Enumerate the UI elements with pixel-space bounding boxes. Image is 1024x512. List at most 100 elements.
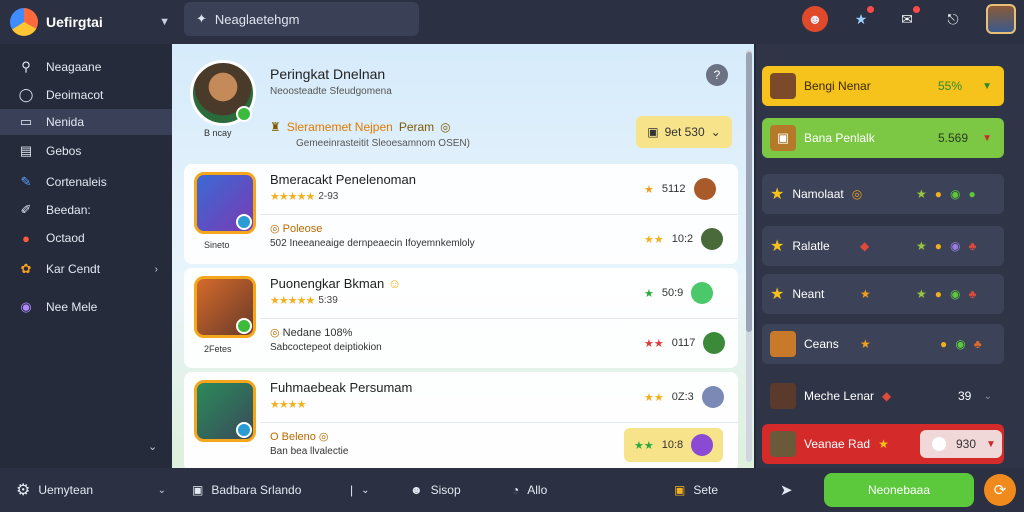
card-description: Sabcoctepeot deiptiokion bbox=[270, 342, 382, 353]
online-badge-icon bbox=[236, 106, 252, 122]
scroll-thumb[interactable] bbox=[746, 52, 752, 332]
sidebar-item-6[interactable]: ✐ Beedan: bbox=[0, 197, 172, 223]
refresh-button[interactable]: ⟳ bbox=[984, 474, 1016, 506]
sidebar-item-8[interactable]: ✿ Kar Cendt › bbox=[0, 256, 172, 282]
primary-action-button[interactable]: Neonebaaa bbox=[824, 473, 974, 507]
left-sidebar: ⚲ Neagaane ◯ Deoimacot ▭ Nenida ▤ Gebos … bbox=[0, 44, 172, 468]
orb-icon bbox=[691, 434, 714, 456]
top-bar: Uefirgtai ▼ ✦ Neaglaetehgm ☻ ★ ✉ ⎋ bbox=[0, 0, 1024, 44]
chevron-right-icon[interactable]: › bbox=[155, 264, 158, 275]
list-item[interactable]: Fuhmaebeak Persumam ★★★★ O Beleno ◎ Ban … bbox=[184, 372, 738, 468]
sidebar-item-4[interactable]: ▤ Gebos bbox=[0, 138, 172, 164]
settings-menu[interactable]: ⚙ Uemytean ⌄ bbox=[16, 468, 166, 512]
sidebar-item-1[interactable]: ⚲ Neagaane bbox=[0, 54, 172, 80]
sidebar-item-5[interactable]: ✎ Cortenaleis bbox=[0, 169, 172, 195]
stars-icon: ★★★★ bbox=[270, 399, 306, 411]
character-icon[interactable] bbox=[701, 228, 724, 250]
hero-line-2: Gemeeinrasteitit Sleoesamnom OSEN) bbox=[296, 138, 470, 149]
ranking-item-6[interactable]: Ceans ★ ● ◉ ♣ bbox=[762, 324, 1004, 364]
sidebar-item-7[interactable]: ● Octaod bbox=[0, 225, 172, 251]
card-tag: ◎ Poleose bbox=[270, 222, 322, 235]
card-stat-1-value: 50:9 bbox=[661, 287, 684, 299]
bottom-item-4[interactable]: ▣ Sete bbox=[674, 468, 718, 512]
chevron-down-icon[interactable]: ▼ bbox=[159, 16, 170, 28]
ranking-item-3[interactable]: ★ Namolaat ◎ ★ ● ◉ ● bbox=[762, 174, 1004, 214]
people-icon: ☻ bbox=[410, 483, 423, 497]
list-item[interactable]: Sineto Bmeracakt Penelenoman ★★★★★ 2-93 … bbox=[184, 164, 738, 264]
ranking-label: Bengi Nenar bbox=[804, 79, 871, 93]
ranking-icons: ★ ● ◉ ● bbox=[916, 187, 976, 201]
bottom-divider-toggle[interactable]: | ⌄ bbox=[350, 468, 370, 512]
notification-icon[interactable]: ✉ bbox=[894, 6, 920, 32]
brush-icon: ✐ bbox=[20, 202, 32, 217]
gem-icon[interactable] bbox=[691, 282, 714, 304]
card-stat-2[interactable]: ★★ 10:8 bbox=[624, 428, 724, 462]
hero-highlight: ♜ Sleramemet Nejpen Peram ◎ bbox=[270, 120, 451, 134]
user-avatar[interactable] bbox=[986, 4, 1016, 34]
ranking-label: Bana Penlalk bbox=[804, 131, 875, 145]
star-icon: ★ bbox=[770, 238, 785, 255]
bottom-item-3[interactable]: ◔ Allo bbox=[512, 468, 547, 512]
ranking-item-1[interactable]: Bengi Nenar 55% ▼ bbox=[762, 66, 1004, 106]
ranking-value: 39 bbox=[958, 389, 972, 403]
card-title: Bmeracakt Penelenoman bbox=[270, 172, 416, 187]
card-tag-label: O Beleno bbox=[270, 431, 316, 443]
card-title: Fuhmaebeak Persumam bbox=[270, 380, 413, 395]
chat-icon: ◔ bbox=[512, 483, 520, 497]
ranking-item-8[interactable]: Veanae Rad ★ 930 ▼ bbox=[762, 424, 1004, 464]
sidebar-item-2[interactable]: ◯ Deoimacot bbox=[0, 82, 172, 108]
app-brand[interactable]: Uefirgtai ▼ bbox=[10, 6, 170, 38]
chevron-down-icon[interactable]: ⌄ bbox=[148, 440, 157, 453]
ranking-item-7[interactable]: Meche Lenar ◆ 39 ⌄ bbox=[762, 376, 1004, 416]
sidebar-item-3[interactable]: ▭ Nenida bbox=[0, 109, 172, 135]
ranking-item-4[interactable]: ★ Ralatle ◆ ★ ● ◉ ♣ bbox=[762, 226, 1004, 266]
divider: | bbox=[350, 483, 354, 497]
ranking-value: 55% bbox=[938, 79, 963, 93]
ranking-value: 930 bbox=[956, 437, 977, 451]
info-icon[interactable]: ? bbox=[706, 64, 728, 86]
card-title: Puonengkar Bkman ☺ bbox=[270, 276, 401, 291]
ranking-label: Ralatle bbox=[792, 239, 830, 253]
card-stat-2: ★★ 10:2 bbox=[644, 228, 724, 250]
bottom-item-1-label: Badbara Srlando bbox=[211, 483, 302, 497]
ranking-label: Neant bbox=[792, 287, 825, 301]
card-rating: ★★★★ bbox=[270, 398, 306, 411]
card-description: 502 Ineeaneaige dernpeaecin Ifoyemnkemlo… bbox=[270, 238, 475, 249]
pin-button[interactable]: ➤ bbox=[780, 468, 793, 512]
hero-value-pill[interactable]: ▣ 9et 530 ⌄ bbox=[636, 116, 732, 148]
character-icon[interactable] bbox=[693, 178, 716, 200]
sidebar-item-9[interactable]: ◉ Nee Mele bbox=[0, 294, 172, 320]
tomato-icon: ● bbox=[22, 230, 30, 246]
check-icon: ● bbox=[968, 187, 976, 201]
sidebar-item-label: Deoimacot bbox=[46, 88, 104, 102]
badge-icon bbox=[236, 422, 252, 438]
ranking-item-5[interactable]: ★ Neant ★ ★ ● ◉ ♣ bbox=[762, 274, 1004, 314]
star-icon: ★ bbox=[770, 286, 785, 303]
ranking-icons: ● ◉ ♣ bbox=[940, 337, 982, 351]
ranking-item-2[interactable]: ▣ Bana Penlalk 5.569 ▼ bbox=[762, 118, 1004, 158]
star-icon: ★ bbox=[860, 287, 871, 301]
bottom-item-2[interactable]: ☻ Sisop bbox=[410, 468, 461, 512]
star-icon[interactable]: ★ bbox=[848, 6, 874, 32]
coin-icon: ● bbox=[940, 337, 948, 351]
hero-name: Peringkat Dnelnan bbox=[270, 66, 386, 82]
player-avatar bbox=[770, 73, 796, 99]
main-scrollbar[interactable] bbox=[746, 50, 752, 462]
badge-icon bbox=[236, 214, 252, 230]
leaf-icon: ♣ bbox=[968, 239, 977, 253]
card-stat-1-value: 5112 bbox=[661, 183, 686, 195]
thumbnail-caption: 2Fetes bbox=[204, 344, 232, 354]
bottom-item-1[interactable]: ▣ Badbara Srlando bbox=[192, 468, 301, 512]
profile-mascot-icon[interactable]: ☻ bbox=[802, 6, 828, 32]
list-item[interactable]: 2Fetes Puonengkar Bkman ☺ ★★★★★ 5:39 ◎ N… bbox=[184, 268, 738, 368]
shield-icon: ◉ bbox=[950, 187, 961, 201]
exit-icon[interactable]: ⎋ bbox=[940, 6, 966, 32]
search-box[interactable]: ✦ Neaglaetehgm bbox=[184, 2, 419, 36]
list-icon: ▭ bbox=[19, 114, 33, 129]
ranking-value-pill[interactable]: 930 ▼ bbox=[920, 430, 1002, 458]
pencil-icon: ✎ bbox=[20, 174, 32, 189]
wing-icon[interactable] bbox=[701, 386, 724, 408]
chevron-down-icon: ▼ bbox=[982, 80, 992, 92]
sidebar-item-label: Octaod bbox=[46, 231, 85, 245]
sword-icon[interactable] bbox=[703, 332, 726, 354]
